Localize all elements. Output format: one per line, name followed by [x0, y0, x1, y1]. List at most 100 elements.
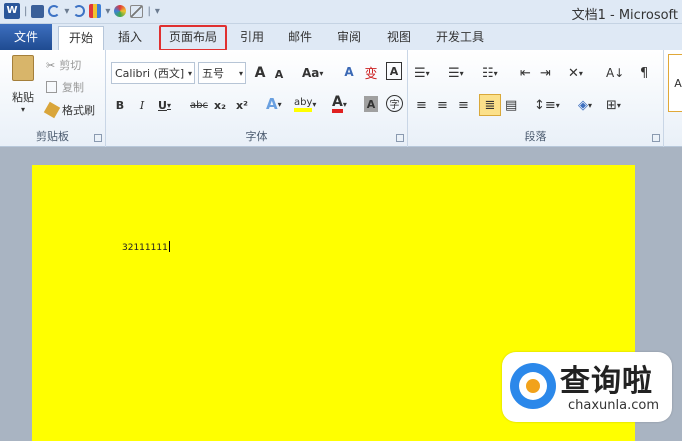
format-dropdown-icon[interactable]: ▾	[105, 6, 110, 17]
tab-references[interactable]: 引用	[234, 26, 270, 50]
cut-label: 剪切	[59, 59, 82, 72]
character-shading-icon: A	[366, 97, 376, 111]
paste-label: 粘贴	[12, 90, 34, 104]
grow-font-button[interactable]: A	[252, 63, 268, 83]
numbering-button[interactable]: ☰ ▾	[448, 63, 464, 83]
shading-button[interactable]: ◈ ▾	[578, 95, 592, 115]
clipboard-dialog-launcher[interactable]	[94, 134, 102, 142]
font-color-button[interactable]: A ▾	[332, 94, 347, 114]
chevron-down-icon: ▾	[187, 68, 192, 78]
line-spacing-button[interactable]: ↕≡ ▾	[534, 95, 560, 115]
draw-icon[interactable]	[130, 4, 144, 18]
chevron-down-icon: ▾	[312, 99, 317, 109]
paint-bucket-icon: ◈	[578, 97, 588, 113]
borders-icon: ⊞	[606, 97, 617, 113]
text-effects-button[interactable]: A ▾	[266, 94, 282, 114]
copy-button[interactable]: 复制	[46, 78, 84, 96]
chevron-down-icon: ▾	[616, 100, 621, 110]
italic-button[interactable]: I	[135, 96, 149, 114]
clear-formatting-button[interactable]: A	[340, 62, 358, 82]
paragraph-dialog-launcher[interactable]	[652, 134, 660, 142]
style-gallery-item[interactable]: A	[668, 54, 682, 112]
sort-button[interactable]: A↓	[606, 63, 624, 83]
watermark-badge: 查询啦 chaxunla.com	[502, 352, 672, 422]
color-wheel-icon[interactable]	[114, 5, 127, 17]
align-left-button[interactable]: ≡	[416, 95, 427, 115]
font-group-label: 字体	[245, 130, 268, 143]
search-logo-icon	[510, 363, 556, 409]
paste-button[interactable]: 粘贴 ▾	[6, 54, 40, 114]
font-size-value: 五号	[202, 67, 224, 80]
enclose-characters-icon: 字	[389, 100, 400, 111]
show-marks-button[interactable]: ¶	[640, 63, 648, 83]
word-app-icon[interactable]: W	[4, 3, 20, 19]
font-name-select[interactable]: Calibri (西文] ▾	[111, 62, 195, 84]
underline-button[interactable]: U ▾	[158, 96, 171, 114]
font-color-icon: A	[332, 95, 343, 113]
tab-insert[interactable]: 插入	[110, 26, 150, 50]
bullets-icon: ☰	[414, 65, 426, 81]
customize-qat-icon[interactable]: ▾	[155, 6, 160, 17]
text-effects-icon: A	[266, 95, 278, 113]
decrease-indent-button[interactable]: ⇤	[520, 63, 531, 83]
qat-separator: |	[24, 5, 28, 17]
highlight-color-button[interactable]: aby ▾	[294, 94, 316, 114]
styles-group: A	[664, 50, 682, 147]
numbering-icon: ☰	[448, 65, 460, 81]
increase-indent-button[interactable]: ⇥	[540, 63, 551, 83]
multilevel-list-button[interactable]: ☷ ▾	[482, 63, 498, 83]
ribbon-tabs: 文件 开始 插入 页面布局 引用 邮件 审阅 视图 开发工具	[0, 24, 682, 51]
subscript-button[interactable]: x₂	[214, 96, 226, 114]
chevron-down-icon: ▾	[277, 99, 282, 109]
align-right-button[interactable]: ≡	[458, 95, 469, 115]
chevron-down-icon: ▾	[588, 100, 593, 110]
highlighter-icon: aby	[294, 97, 313, 112]
character-border-icon: A	[389, 64, 399, 78]
bullets-button[interactable]: ☰ ▾	[414, 63, 430, 83]
justify-button[interactable]: ≣	[479, 94, 501, 116]
cut-button[interactable]: ✂ 剪切	[46, 56, 81, 74]
text-caret	[168, 241, 170, 252]
align-center-button[interactable]: ≡	[437, 95, 448, 115]
font-dialog-launcher[interactable]	[396, 134, 404, 142]
underline-label: U	[158, 98, 167, 112]
tab-file[interactable]: 文件	[0, 24, 52, 50]
strikethrough-button[interactable]: abc	[190, 96, 208, 114]
tab-developer[interactable]: 开发工具	[430, 26, 490, 50]
tab-view[interactable]: 视图	[381, 26, 417, 50]
scissors-icon: ✂	[46, 58, 56, 72]
character-shading-button[interactable]: A	[364, 96, 378, 112]
copy-icon	[46, 81, 57, 93]
font-size-select[interactable]: 五号 ▾	[198, 62, 246, 84]
font-group: Calibri (西文] ▾ 五号 ▾ A A Aa ▾ A 变 A B I U ▾…	[106, 50, 408, 147]
watermark-brand-cn: 查询啦	[560, 364, 653, 399]
character-border-button[interactable]: A	[386, 62, 402, 80]
borders-button[interactable]: ⊞ ▾	[606, 95, 621, 115]
quick-access-toolbar: W | ▾ ▾ | ▾	[4, 3, 160, 19]
change-case-button[interactable]: Aa ▾	[302, 63, 323, 83]
superscript-button[interactable]: x²	[236, 96, 248, 114]
document-text[interactable]: 32111111	[122, 241, 170, 253]
tab-page-layout[interactable]: 页面布局	[159, 25, 227, 51]
pilcrow-icon: ¶	[640, 65, 649, 81]
phonetic-guide-button[interactable]: 变	[362, 62, 380, 82]
watermark-brand-en: chaxunla.com	[568, 398, 659, 413]
tab-home[interactable]: 开始	[58, 26, 104, 50]
undo-dropdown-icon[interactable]: ▾	[64, 6, 69, 17]
redo-icon[interactable]	[73, 5, 86, 17]
tab-review[interactable]: 审阅	[331, 26, 367, 50]
undo-icon[interactable]	[48, 5, 61, 17]
distributed-button[interactable]: ▤	[505, 95, 517, 115]
enclose-characters-button[interactable]: 字	[386, 95, 403, 112]
tab-mailings[interactable]: 邮件	[282, 26, 318, 50]
format-icon[interactable]	[89, 4, 102, 18]
format-painter-button[interactable]: 格式刷	[43, 101, 95, 119]
chinese-layout-icon: ✕	[568, 65, 579, 81]
chinese-layout-button[interactable]: ✕ ▾	[568, 63, 583, 83]
align-right-icon: ≡	[458, 97, 469, 113]
save-icon[interactable]	[31, 4, 45, 18]
phonetic-icon: 变	[364, 66, 378, 82]
shrink-font-button[interactable]: A	[272, 65, 286, 83]
clipboard-group-label: 剪贴板	[36, 130, 69, 143]
bold-button[interactable]: B	[113, 96, 127, 114]
